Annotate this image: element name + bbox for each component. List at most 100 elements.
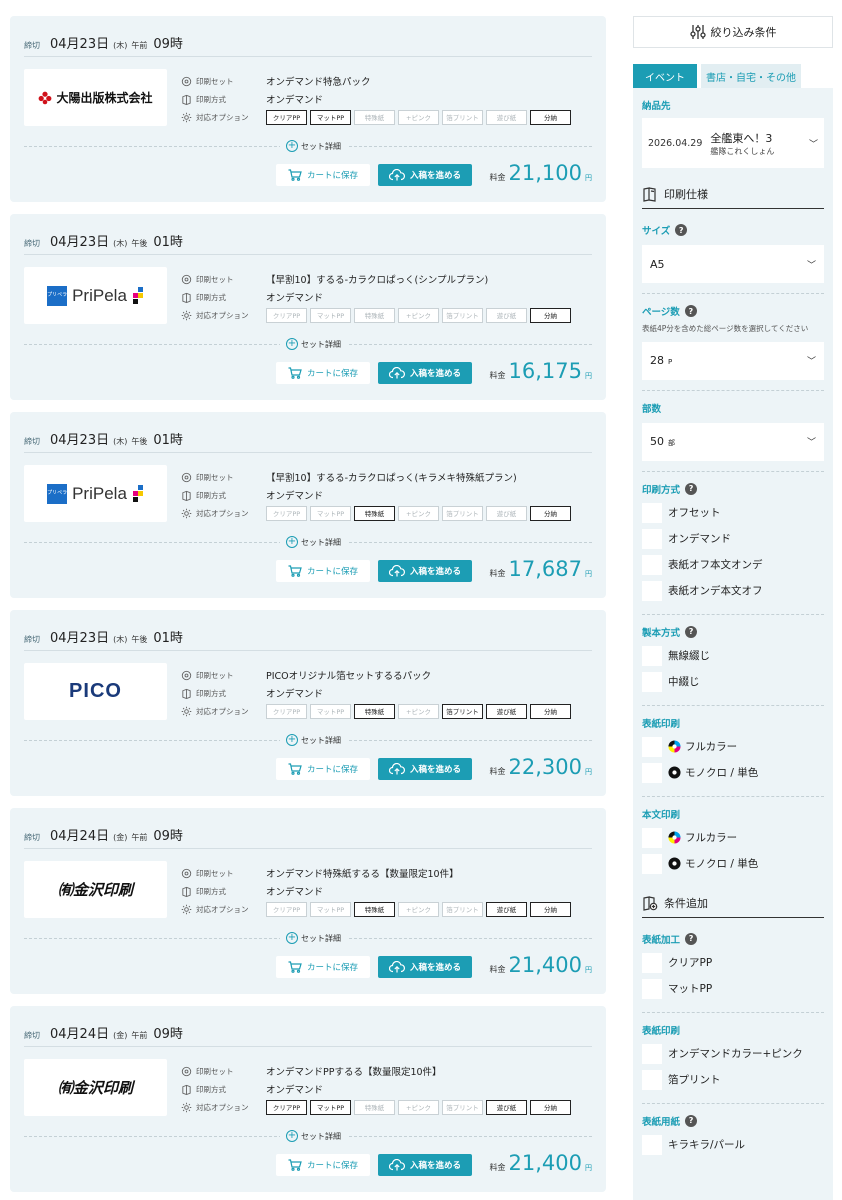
help-icon[interactable]: ?	[684, 305, 697, 317]
method-label: 印刷方式	[196, 490, 226, 500]
checkbox[interactable]	[642, 762, 662, 783]
checkbox-option[interactable]: マットPP	[642, 976, 824, 1002]
printer-logo[interactable]: ㈲金沢印刷	[24, 861, 167, 918]
copies-title: 部数	[642, 403, 662, 415]
deadline-date: 04月23日	[50, 235, 110, 250]
checkbox-option[interactable]: 中綴じ	[642, 669, 824, 695]
checkbox-option[interactable]: オフセット	[642, 500, 824, 526]
checkbox[interactable]	[642, 1043, 662, 1064]
checkbox-option[interactable]: オンデマンド	[642, 526, 824, 552]
save-to-cart-button[interactable]: カートに保存	[276, 560, 370, 582]
printer-logo[interactable]: プリペラ PriPela	[24, 465, 167, 522]
checkbox[interactable]	[642, 580, 662, 601]
taiyo-logo-mark-icon	[39, 91, 52, 104]
checkbox[interactable]	[642, 1069, 662, 1090]
save-to-cart-button[interactable]: カートに保存	[276, 1154, 370, 1176]
cover-paper-section: 表紙用紙? キラキラ/パール	[642, 1104, 824, 1158]
help-icon[interactable]: ?	[675, 224, 688, 236]
copies-unit: 部	[668, 439, 675, 448]
tab-event[interactable]: イベント	[633, 64, 697, 88]
option-badge: 遊び紙	[486, 703, 527, 719]
option-badge: クリアPP	[266, 703, 307, 719]
set-detail-toggle[interactable]: + セット詳細	[280, 1130, 347, 1142]
option-gear-icon	[181, 310, 191, 320]
checkbox-option[interactable]: オンデマンドカラー+ピンク	[642, 1041, 824, 1067]
checkbox-option[interactable]: クリアPP	[642, 950, 824, 976]
deadline-date: 04月23日	[50, 631, 110, 646]
cover-finish-options: クリアPP マットPP	[642, 950, 824, 1002]
delivery-select[interactable]: 2026.04.29 全艦東へ！3 艦隊これくしょん ﹀	[642, 118, 824, 168]
set-info: 印刷セット 【早割10】するる-カラクロぱっく(キラメキ特殊紙プラン) 印刷方式 オン…	[180, 468, 580, 522]
save-to-cart-button[interactable]: カートに保存	[276, 164, 370, 186]
checkbox-option[interactable]: 無線綴じ	[642, 643, 824, 669]
method-label: 印刷方式	[196, 94, 226, 104]
proceed-submission-button[interactable]: 入稿を進める	[378, 758, 472, 780]
checkbox[interactable]	[642, 827, 662, 848]
proceed-label: 入稿を進める	[409, 369, 461, 379]
help-icon[interactable]: ?	[685, 932, 698, 945]
checkbox[interactable]	[642, 978, 662, 999]
checkbox[interactable]	[642, 554, 662, 575]
checkbox-option[interactable]: フルカラー	[642, 734, 824, 760]
option-badge: マットPP	[310, 307, 351, 323]
checkbox-option[interactable]: フルカラー	[642, 825, 824, 851]
save-to-cart-button[interactable]: カートに保存	[276, 956, 370, 978]
set-detail-toggle[interactable]: + セット詳細	[280, 734, 347, 746]
checkbox[interactable]	[642, 671, 662, 692]
save-to-cart-button[interactable]: カートに保存	[276, 362, 370, 384]
option-badges: クリアPP マットPP 特殊紙 +ピンク 箔プリント 遊び紙 分納	[266, 901, 571, 917]
printing-method-icon	[181, 94, 191, 105]
printer-logo[interactable]: 大陽出版株式会社	[24, 69, 167, 126]
proceed-submission-button[interactable]: 入稿を進める	[378, 362, 472, 384]
option-badge: +ピンク	[398, 307, 439, 323]
checkbox-option[interactable]: 表紙オンデ本文オフ	[642, 578, 824, 604]
size-select[interactable]: A5 ﹀	[642, 245, 824, 283]
save-to-cart-button[interactable]: カートに保存	[276, 758, 370, 780]
copies-select[interactable]: 50 部 ﹀	[642, 422, 824, 461]
option-gear-icon	[181, 112, 191, 122]
pages-select[interactable]: 28 P ﹀	[642, 341, 824, 380]
divider	[24, 452, 592, 453]
proceed-submission-button[interactable]: 入稿を進める	[378, 1154, 472, 1176]
delivery-section: 納品先 2026.04.29 全艦東へ！3 艦隊これくしょん ﹀	[642, 88, 824, 168]
cover-finish-title: 表紙加工	[642, 934, 681, 946]
deadline-weekday: (木)	[113, 635, 128, 644]
tab-store-home-other[interactable]: 書店・自宅・その他	[701, 64, 801, 88]
plus-circle-icon: +	[286, 734, 298, 746]
printer-logo[interactable]: ㈲金沢印刷	[24, 1059, 167, 1116]
plus-circle-icon: +	[286, 140, 298, 152]
checkbox-option[interactable]: 表紙オフ本文オンデ	[642, 552, 824, 578]
checkbox[interactable]	[642, 645, 662, 666]
set-detail-toggle[interactable]: + セット詳細	[280, 536, 347, 548]
set-detail-toggle[interactable]: + セット詳細	[280, 338, 347, 350]
help-icon[interactable]: ?	[685, 482, 698, 495]
print-method-value: オンデマンド	[266, 1085, 324, 1096]
option-badge: マットPP	[310, 505, 351, 521]
proceed-submission-button[interactable]: 入稿を進める	[378, 956, 472, 978]
checkbox[interactable]	[642, 736, 662, 757]
pages-section: ページ数? 表紙4P分を含めた総ページ数を選択してください 28 P ﹀	[642, 294, 824, 380]
divider	[24, 254, 592, 255]
checkbox-option[interactable]: モノクロ / 単色	[642, 851, 824, 877]
proceed-submission-button[interactable]: 入稿を進める	[378, 560, 472, 582]
checkbox-option[interactable]: キラキラ/パール	[642, 1132, 824, 1158]
checkbox[interactable]	[642, 1134, 662, 1155]
checkbox-option[interactable]: モノクロ / 単色	[642, 760, 824, 786]
set-detail-toggle[interactable]: + セット詳細	[280, 140, 347, 152]
option-badge: 特殊紙	[354, 109, 395, 125]
help-icon[interactable]: ?	[685, 1114, 698, 1127]
option-badge: クリアPP	[266, 901, 307, 917]
checkbox[interactable]	[642, 502, 662, 523]
save-to-cart-label: カートに保存	[306, 1161, 358, 1171]
printer-logo[interactable]: PICO	[24, 663, 167, 720]
set-detail-toggle[interactable]: + セット詳細	[280, 932, 347, 944]
checkbox[interactable]	[642, 528, 662, 549]
printer-logo[interactable]: プリペラ PriPela	[24, 267, 167, 324]
proceed-submission-button[interactable]: 入稿を進める	[378, 164, 472, 186]
checkbox[interactable]	[642, 952, 662, 973]
option-badge: 分納	[530, 901, 571, 917]
checkbox[interactable]	[642, 853, 662, 874]
checkbox-label: マットPP	[668, 983, 713, 996]
checkbox-option[interactable]: 箔プリント	[642, 1067, 824, 1093]
help-icon[interactable]: ?	[685, 625, 698, 638]
